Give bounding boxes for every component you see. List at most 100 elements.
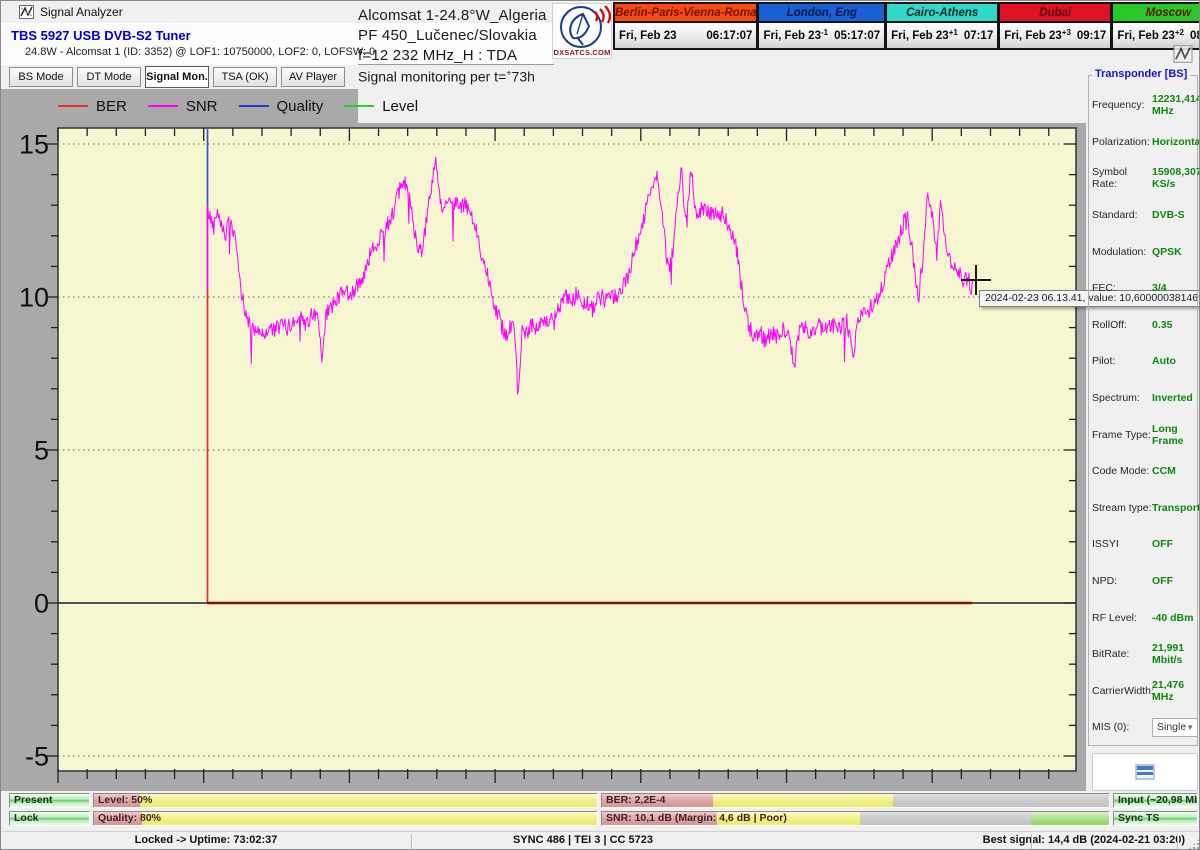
clock-moscow: Moscow Fri, Feb 23+2 08:17 [1112,2,1199,50]
satellite-dish-icon [560,5,612,48]
field-label: Symbol Rate: [1092,166,1128,191]
field-label: NPD: [1092,575,1118,588]
field-value: Transport [1152,501,1200,514]
field-label: FEC: [1092,282,1116,295]
transponder-rows: Frequency: 12231,414 MHz Polarization: Hori… [1092,87,1199,746]
transponder-row-npd-: NPD: OFF [1092,563,1195,600]
clock-city: London, Eng [759,4,885,23]
field-label: Frame Type: [1092,428,1151,441]
clock-day: Fri, Feb 23 [763,29,821,42]
transponder-row-carrierwidth-: CarrierWidth: 21,476 MHz [1092,673,1195,710]
legend-item-level: Level [344,98,439,115]
clock-time-row: Fri, Feb 23 +3 09:17 [1000,23,1111,48]
clock-city: Berlin-Paris-Vienna-Roma [615,4,757,23]
transponder-row-issyi: ISSYI OFF [1092,526,1195,563]
clock-utc-offset: +3 [1061,27,1071,37]
field-value: 15908,307 KS/s [1152,166,1200,191]
snr-gauge: SNR: 10,1 dB (Margin: 4,6 dB | Poor) [601,811,1110,826]
clock-city: Cairo-Athens [887,4,998,23]
transponder-row-fec-: FEC: 3/4 [1092,270,1195,307]
legend-item-quality: Quality [238,98,345,115]
svg-text:10: 10 [19,283,49,313]
clock-day: Fri, Feb 23 [891,29,949,42]
transponder-row-symbol-rate-: Symbol Rate: 15908,307 KS/s [1092,160,1199,197]
status-sync-counters: SYNC 486 | TEI 3 | CC 5723 [512,834,654,846]
field-label: Pilot: [1092,355,1116,368]
field-label: MIS (0): [1092,721,1130,734]
field-label: ISSYI [1092,538,1119,551]
clock-day: Fri, Feb 23 [1117,29,1175,42]
resize-grip[interactable] [1188,838,1199,849]
transponder-row-polarization-: Polarization: Horizontal [1092,124,1199,161]
export-button[interactable] [1092,753,1198,791]
app-icon [19,5,34,19]
transponder-title: Transponder [BS] [1092,68,1191,80]
field-label: Code Mode: [1092,465,1150,478]
clock-city: Dubai [1000,4,1111,23]
field-label: Stream type: [1092,501,1152,514]
gauge-segment-yellow [713,794,893,807]
satellite-name: Alcomsat 1-24.8°W_Algeria [358,7,547,24]
field-value: CCM [1152,465,1176,478]
chart-legend: BER SNR Quality Level [1,89,418,123]
legend-label: Level [382,97,419,115]
gauge-segment-green [1031,812,1109,825]
clock-dubai: Dubai Fri, Feb 23 +3 09:17 [999,2,1113,50]
world-clocks: Berlin-Paris-Vienna-Roma Fri, Feb 23 06:17… [613,2,1199,50]
clock-day: Fri, Feb 23 [619,29,677,42]
field-value: 12231,414 MHz [1152,93,1200,118]
clock-time: 08:17 [1189,29,1199,42]
tab-av-player[interactable]: AV Player [281,67,345,87]
header-divider [358,64,554,65]
clock-cairo-athens: Cairo-Athens Fri, Feb 23 +1 07:17 [886,2,1000,50]
signal-analyzer-window: Signal Analyzer TBS 5927 USB DVB-S2 Tune… [0,0,1200,850]
status-bar: Locked -> Uptime: 73:02:37 SYNC 486 | TE… [1,831,1199,849]
clock-time: 07:17 [963,29,994,42]
transponder-row-pilot-: Pilot: Auto [1092,343,1195,380]
svg-text:-5: -5 [25,742,49,772]
legend-item-snr: SNR [147,98,239,115]
legend-item-ber: BER [58,98,148,115]
legend-line-swatch [58,105,88,107]
mis-selected-value: Single [1157,721,1187,734]
window-title: Signal Analyzer [40,5,123,19]
legend-line-swatch [238,105,269,107]
dxsatcs-label: DXSATCS.COM [553,48,611,57]
field-value: QPSK [1152,245,1182,258]
field-label: Frequency: [1092,99,1145,112]
transponder-row-rolloff-: RollOff: 0.35 [1092,307,1195,344]
dxsatcs-logo: DXSATCS.COM [552,3,612,59]
lock-indicator: Lock [9,811,90,826]
gauge-segment-gray [860,812,1031,825]
status-best-signal: Best signal: 14,4 dB (2024-02-21 03:20) [982,834,1185,846]
clock-time: 09:17 [1076,29,1107,42]
transponder-row-frequency-: Frequency: 12231,414 MHz [1092,87,1199,124]
mis-dropdown[interactable]: Single ▼ [1152,717,1199,737]
field-value: DVB-S [1152,209,1185,222]
field-label: CarrierWidth: [1092,684,1154,697]
clock-berlin-paris-vienna-roma: Berlin-Paris-Vienna-Roma Fri, Feb 23 06:17… [613,2,759,50]
satellite-header: Alcomsat 1-24.8°W_Algeria PF 450_Lučenec… [358,6,554,66]
tab-dt-mode[interactable]: DT Mode [77,67,141,87]
clock-time: 05:17:07 [834,29,881,42]
app-icon-small [1173,45,1193,63]
signal-chart[interactable]: 151050-5 [1,123,1086,791]
transponder-row-bitrate-: BitRate: 21,991 Mbit/s [1092,636,1195,673]
tab-tsa-ok-[interactable]: TSA (OK) [213,67,277,87]
quality-gauge: Quality: 80% [93,811,598,826]
tab-signal-mon-[interactable]: Signal Mon. [145,66,209,88]
input-indicator: Input (~20,98 Mbps) [1113,793,1198,808]
monitoring-caption: Signal monitoring per t=+73h [358,68,535,85]
tab-bs-mode[interactable]: BS Mode [9,67,73,87]
tuner-name: TBS 5927 USB DVB-S2 Tuner [11,28,191,43]
field-value: Inverted [1152,392,1193,405]
svg-text:15: 15 [19,130,49,160]
transponder-row-modulation-: Modulation: QPSK [1092,233,1195,270]
clock-time-row: Fri, Feb 23 06:17:07 [615,23,757,48]
chevron-down-icon: ▼ [1186,722,1195,732]
disk-icon [1135,764,1155,780]
transponder-row-spectrum-: Spectrum: Inverted [1092,380,1195,417]
legend-line-swatch [147,105,178,107]
transponder-row-code-mode-: Code Mode: CCM [1092,453,1195,490]
gauge-segment-yellow [140,794,597,807]
